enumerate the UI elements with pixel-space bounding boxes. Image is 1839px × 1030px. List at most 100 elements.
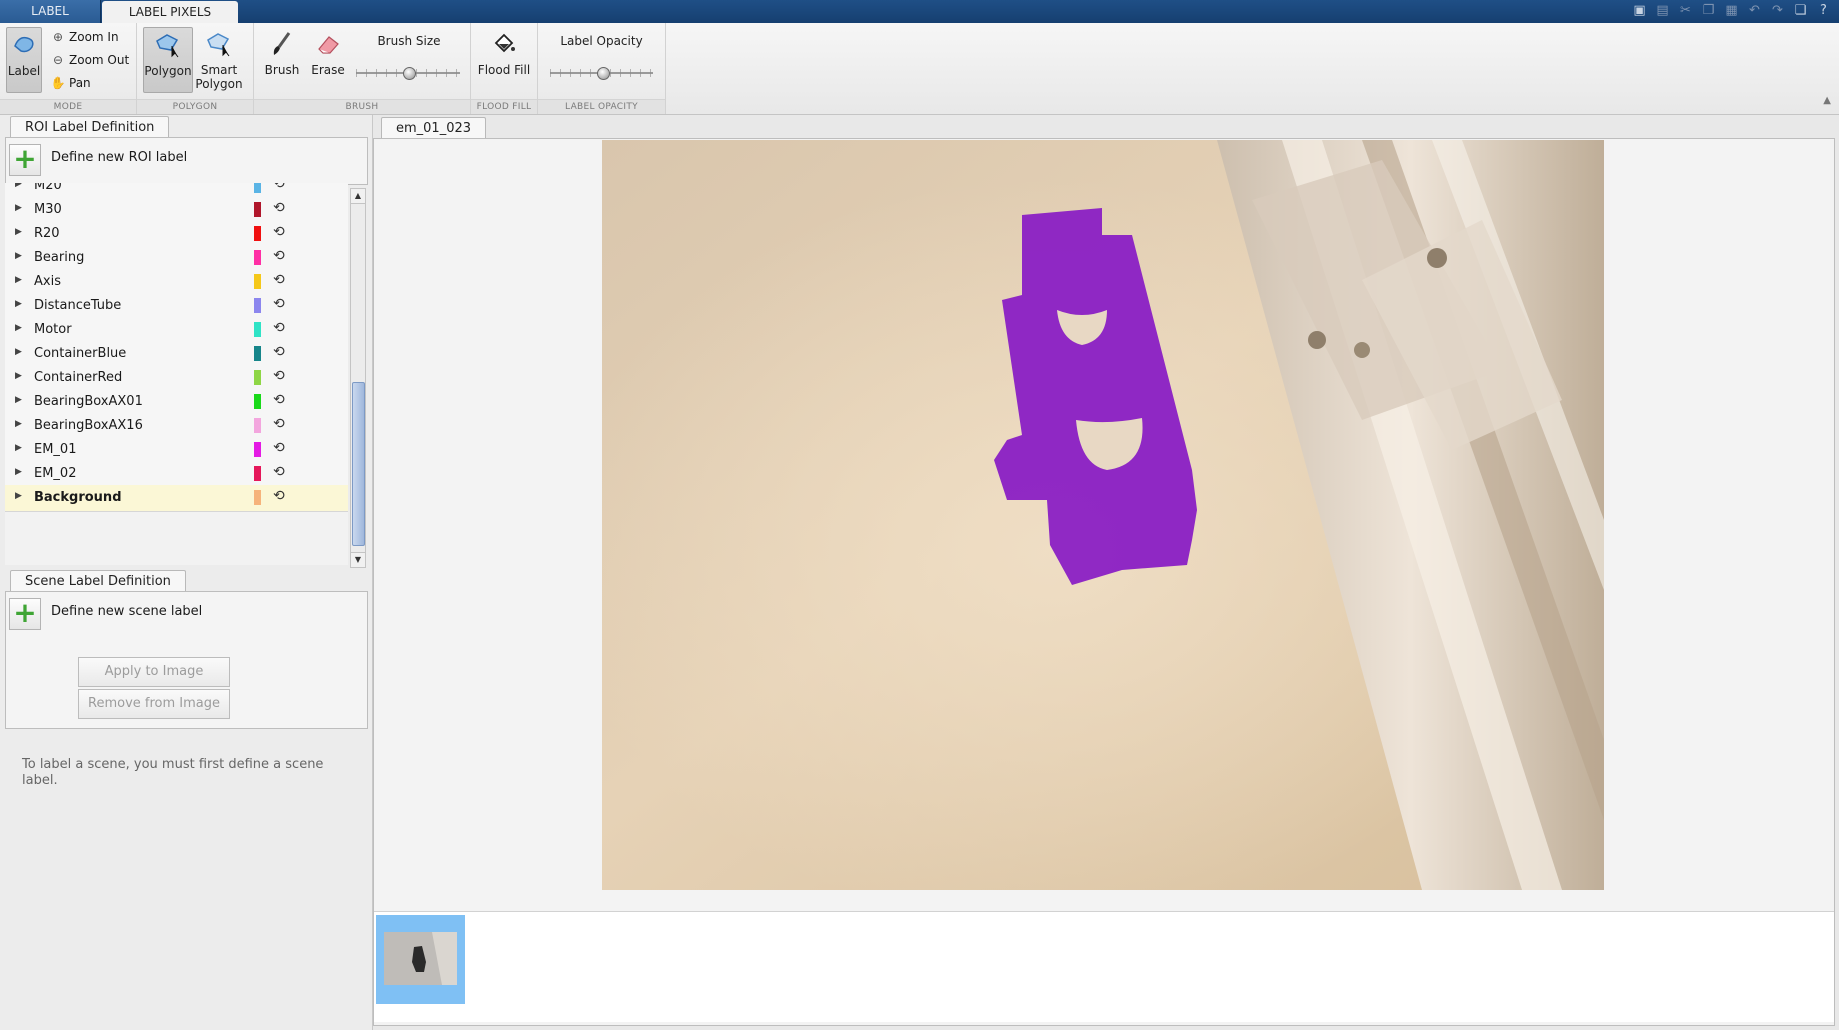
expand-triangle-icon[interactable]: ▶	[15, 227, 22, 237]
remove-from-image-button[interactable]: Remove from Image	[78, 689, 230, 719]
label-color-swatch[interactable]	[254, 346, 261, 361]
apply-to-image-button[interactable]: Apply to Image	[78, 657, 230, 687]
roi-label-row[interactable]: ▶ DistanceTube ⟲	[5, 293, 348, 320]
image-tab[interactable]: em_01_023	[381, 117, 487, 139]
mode-caption: MODE	[0, 99, 136, 114]
polygon-button[interactable]: Polygon	[143, 27, 193, 93]
expand-triangle-icon[interactable]: ▶	[15, 203, 22, 213]
scroll-thumb[interactable]	[352, 382, 365, 546]
link-icon[interactable]: ⟲	[273, 464, 285, 480]
thumbnail-image[interactable]	[384, 932, 457, 985]
link-icon[interactable]: ⟲	[273, 183, 285, 192]
add-scene-label-button[interactable]: +	[9, 598, 41, 630]
flood-fill-button[interactable]: Flood Fill	[473, 27, 535, 91]
link-icon[interactable]: ⟲	[273, 416, 285, 432]
define-new-scene-label-text[interactable]: Define new scene label	[51, 604, 202, 619]
link-icon[interactable]: ⟲	[273, 224, 285, 240]
brush-button[interactable]: Brush	[258, 27, 306, 91]
expand-triangle-icon[interactable]: ▶	[15, 419, 22, 429]
save-icon[interactable]: ▤	[1653, 2, 1672, 20]
expand-triangle-icon[interactable]: ▶	[15, 275, 22, 285]
link-icon[interactable]: ⟲	[273, 368, 285, 384]
label-color-swatch[interactable]	[254, 490, 261, 505]
collapse-toolstrip-icon[interactable]: ▲	[1823, 95, 1831, 106]
link-icon[interactable]: ⟲	[273, 296, 285, 312]
link-icon[interactable]: ⟲	[273, 248, 285, 264]
roi-label-row[interactable]: ▶ Background ⟲	[5, 485, 348, 512]
scroll-down-arrow[interactable]: ▼	[351, 552, 365, 567]
link-icon[interactable]: ⟲	[273, 320, 285, 336]
scene-label-definition-tab[interactable]: Scene Label Definition	[10, 570, 186, 592]
label-color-swatch[interactable]	[254, 370, 261, 385]
roi-label-row[interactable]: ▶ Axis ⟲	[5, 269, 348, 296]
brush-size-knob[interactable]	[403, 67, 416, 80]
scroll-up-arrow[interactable]: ▲	[351, 189, 365, 204]
roi-label-row[interactable]: ▶ BearingBoxAX01 ⟲	[5, 389, 348, 416]
label-color-swatch[interactable]	[254, 418, 261, 433]
expand-triangle-icon[interactable]: ▶	[15, 323, 22, 333]
label-color-swatch[interactable]	[254, 202, 261, 217]
label-mode-button[interactable]: Label	[6, 27, 42, 93]
roi-label-row[interactable]: ▶ R20 ⟲	[5, 221, 348, 248]
pan-button[interactable]: ✋ Pan	[50, 73, 91, 93]
label-color-swatch[interactable]	[254, 322, 261, 337]
restore-window-icon[interactable]: ❏	[1791, 2, 1810, 20]
label-color-swatch[interactable]	[254, 466, 261, 481]
erase-button[interactable]: Erase	[304, 27, 352, 91]
label-opacity-slider[interactable]	[550, 67, 653, 80]
link-icon[interactable]: ⟲	[273, 344, 285, 360]
brush-size-label: Brush Size	[377, 34, 441, 48]
label-color-swatch[interactable]	[254, 298, 261, 313]
new-session-icon[interactable]: ▣	[1630, 2, 1649, 20]
label-color-swatch[interactable]	[254, 442, 261, 457]
label-color-swatch[interactable]	[254, 274, 261, 289]
roi-label-row[interactable]: ▶ EM_01 ⟲	[5, 437, 348, 464]
roi-label-list: ▶ M20 ⟲ ▶ M30 ⟲ ▶ R20 ⟲ ▶ Bearing ⟲ ▶ Axis ⟲ ▶ DistanceT…	[5, 183, 348, 565]
scene-hint-text: To label a scene, you must first define …	[22, 757, 324, 788]
expand-triangle-icon[interactable]: ▶	[15, 183, 22, 189]
labeled-image[interactable]	[602, 140, 1604, 890]
expand-triangle-icon[interactable]: ▶	[15, 395, 22, 405]
roi-label-row[interactable]: ▶ BearingBoxAX16 ⟲	[5, 413, 348, 440]
zoom-out-button[interactable]: ⊖ Zoom Out	[50, 50, 129, 70]
help-icon[interactable]: ?	[1814, 2, 1833, 20]
copy-icon[interactable]: ❐	[1699, 2, 1718, 20]
expand-triangle-icon[interactable]: ▶	[15, 467, 22, 477]
roi-label-row[interactable]: ▶ ContainerBlue ⟲	[5, 341, 348, 368]
redo-icon[interactable]: ↷	[1768, 2, 1787, 20]
link-icon[interactable]: ⟲	[273, 440, 285, 456]
roi-label-row[interactable]: ▶ Motor ⟲	[5, 317, 348, 344]
roi-label-definition-tab[interactable]: ROI Label Definition	[10, 116, 170, 138]
link-icon[interactable]: ⟲	[273, 272, 285, 288]
paste-icon[interactable]: ▦	[1722, 2, 1741, 20]
roi-label-row[interactable]: ▶ EM_02 ⟲	[5, 461, 348, 488]
zoom-in-button[interactable]: ⊕ Zoom In	[50, 27, 119, 47]
label-opacity-knob[interactable]	[596, 67, 610, 80]
label-color-swatch[interactable]	[254, 183, 261, 193]
roi-label-row[interactable]: ▶ M30 ⟲	[5, 197, 348, 224]
tab-label-pixels[interactable]: LABEL PIXELS	[102, 1, 238, 23]
label-color-swatch[interactable]	[254, 250, 261, 265]
roi-list-scrollbar[interactable]: ▲ ▼	[350, 188, 366, 568]
undo-icon[interactable]: ↶	[1745, 2, 1764, 20]
roi-label-row[interactable]: ▶ Bearing ⟲	[5, 245, 348, 272]
link-icon[interactable]: ⟲	[273, 200, 285, 216]
link-icon[interactable]: ⟲	[273, 392, 285, 408]
cut-icon[interactable]: ✂	[1676, 2, 1695, 20]
tab-label[interactable]: LABEL	[0, 0, 101, 23]
label-color-swatch[interactable]	[254, 226, 261, 241]
expand-triangle-icon[interactable]: ▶	[15, 371, 22, 381]
expand-triangle-icon[interactable]: ▶	[15, 251, 22, 261]
smart-polygon-button[interactable]: Smart Polygon	[195, 27, 243, 107]
define-new-roi-label-text[interactable]: Define new ROI label	[51, 150, 187, 165]
add-roi-label-button[interactable]: +	[9, 144, 41, 176]
expand-triangle-icon[interactable]: ▶	[15, 443, 22, 453]
expand-triangle-icon[interactable]: ▶	[15, 299, 22, 309]
brush-size-slider[interactable]	[356, 67, 460, 80]
expand-triangle-icon[interactable]: ▶	[15, 491, 22, 501]
link-icon[interactable]: ⟲	[273, 488, 285, 504]
label-color-swatch[interactable]	[254, 394, 261, 409]
polygon-group: Polygon Smart Polygon POLYGON	[137, 23, 254, 114]
expand-triangle-icon[interactable]: ▶	[15, 347, 22, 357]
roi-label-row[interactable]: ▶ ContainerRed ⟲	[5, 365, 348, 392]
